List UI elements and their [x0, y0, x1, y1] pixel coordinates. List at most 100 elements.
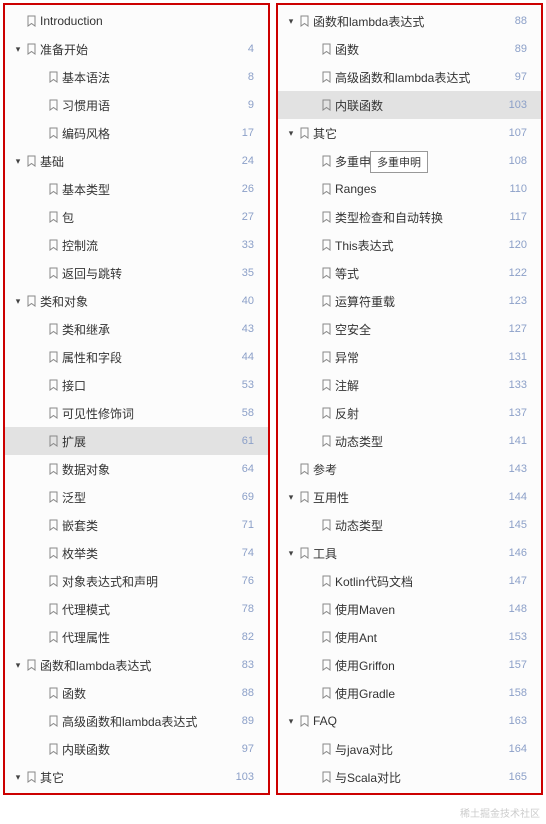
toc-item[interactable]: ▾类型检查和自动转换117 [278, 203, 541, 231]
toc-item[interactable]: ▾反射137 [278, 399, 541, 427]
page-number: 123 [499, 295, 541, 307]
toc-item[interactable]: ▾类和对象40 [5, 287, 268, 315]
page-number: 69 [226, 491, 268, 503]
toc-item-label: 控制流 [62, 237, 98, 254]
page-number: 4 [226, 43, 268, 55]
toc-item[interactable]: ▾可见性修饰词58 [5, 399, 268, 427]
toc-item[interactable]: ▾与java对比164 [278, 735, 541, 763]
toc-item[interactable]: ▾控制流33 [5, 231, 268, 259]
toc-item[interactable]: ▾编码风格17 [5, 119, 268, 147]
page-number: 163 [499, 715, 541, 727]
toc-item[interactable]: ▾动态类型141 [278, 427, 541, 455]
toc-item[interactable]: ▾函数89 [278, 35, 541, 63]
toc-item[interactable]: ▾运算符重载123 [278, 287, 541, 315]
page-number: 64 [226, 463, 268, 475]
toc-item-label: 代理模式 [62, 601, 110, 618]
toc-item[interactable]: ▾动态类型145 [278, 511, 541, 539]
bookmark-icon [322, 267, 331, 279]
toc-item[interactable]: ▾FAQ163 [278, 707, 541, 735]
toc-item[interactable]: ▾其它103 [5, 763, 268, 791]
toc-item[interactable]: ▾基本类型26 [5, 175, 268, 203]
page-number: 58 [226, 407, 268, 419]
toc-item[interactable]: ▾接口53 [5, 371, 268, 399]
bookmark-icon [300, 491, 309, 503]
toc-item[interactable]: ▾注解133 [278, 371, 541, 399]
toc-item-label: 扩展 [62, 433, 86, 450]
toc-item-label: 基本语法 [62, 69, 110, 86]
toc-item[interactable]: ▾内联函数103 [278, 91, 541, 119]
bookmark-icon [322, 295, 331, 307]
toc-item[interactable]: ▾异常131 [278, 343, 541, 371]
caret-down-icon: ▾ [286, 548, 296, 559]
toc-item[interactable]: ▾扩展61 [5, 427, 268, 455]
page-number: 117 [499, 211, 541, 223]
toc-item[interactable]: ▾使用Ant153 [278, 623, 541, 651]
page-number: 158 [499, 687, 541, 699]
bookmark-icon [322, 575, 331, 587]
toc-item-label: 函数 [62, 685, 86, 702]
toc-item[interactable]: ▾高级函数和lambda表达式97 [278, 63, 541, 91]
toc-item-label: 基本类型 [62, 181, 110, 198]
toc-item[interactable]: ▾准备开始4 [5, 35, 268, 63]
toc-item[interactable]: ▾对象表达式和声明76 [5, 567, 268, 595]
toc-item-label: FAQ [313, 714, 337, 728]
toc-item[interactable]: ▾代理模式78 [5, 595, 268, 623]
toc-item[interactable]: ▾嵌套类71 [5, 511, 268, 539]
toc-item[interactable]: ▾与Scala对比165 [278, 763, 541, 791]
toc-item[interactable]: ▾工具146 [278, 539, 541, 567]
toc-item[interactable]: ▾数据对象64 [5, 455, 268, 483]
page-number: 27 [226, 211, 268, 223]
toc-item[interactable]: ▾Kotlin代码文档147 [278, 567, 541, 595]
toc-item-label: 内联函数 [62, 741, 110, 758]
toc-item[interactable]: ▾内联函数97 [5, 735, 268, 763]
bookmark-icon [322, 379, 331, 391]
toc-item-label: 包 [62, 209, 74, 226]
page-number: 88 [226, 687, 268, 699]
toc-item[interactable]: ▾函数和lambda表达式88 [278, 7, 541, 35]
toc-item[interactable]: ▾习惯用语9 [5, 91, 268, 119]
caret-down-icon: ▾ [13, 660, 23, 671]
toc-item[interactable]: ▾互用性144 [278, 483, 541, 511]
bookmark-icon [27, 659, 36, 671]
toc-item[interactable]: ▾This表达式120 [278, 231, 541, 259]
toc-item[interactable]: ▾基本语法8 [5, 63, 268, 91]
bookmark-icon [49, 99, 58, 111]
toc-item-label: 编码风格 [62, 125, 110, 142]
page-number: 89 [226, 715, 268, 727]
toc-item-label: 枚举类 [62, 545, 98, 562]
toc-item-label: 使用Maven [335, 601, 395, 618]
bookmark-icon [27, 295, 36, 307]
toc-item[interactable]: ▾泛型69 [5, 483, 268, 511]
toc-item[interactable]: ▾多重申明108多重申明 [278, 147, 541, 175]
toc-item-label: 反射 [335, 405, 359, 422]
toc-item[interactable]: ▾函数88 [5, 679, 268, 707]
bookmark-icon [49, 323, 58, 335]
toc-item[interactable]: ▾基础24 [5, 147, 268, 175]
toc-item[interactable]: ▾使用Gradle158 [278, 679, 541, 707]
toc-item[interactable]: ▾使用Maven148 [278, 595, 541, 623]
toc-item[interactable]: ▾使用Griffon157 [278, 651, 541, 679]
page-number: 24 [226, 155, 268, 167]
toc-item[interactable]: ▾Introduction [5, 7, 268, 35]
toc-item-label: 对象表达式和声明 [62, 573, 158, 590]
toc-item[interactable]: ▾等式122 [278, 259, 541, 287]
toc-item[interactable]: ▾返回与跳转35 [5, 259, 268, 287]
toc-item[interactable]: ▾类和继承43 [5, 315, 268, 343]
toc-item-label: 类型检查和自动转换 [335, 209, 443, 226]
toc-item[interactable]: ▾参考143 [278, 455, 541, 483]
toc-item-label: 其它 [313, 125, 337, 142]
toc-item[interactable]: ▾高级函数和lambda表达式89 [5, 707, 268, 735]
page-number: 71 [226, 519, 268, 531]
page-number: 137 [499, 407, 541, 419]
toc-item-label: 动态类型 [335, 517, 383, 534]
caret-down-icon: ▾ [13, 156, 23, 167]
toc-item[interactable]: ▾Ranges110 [278, 175, 541, 203]
toc-item[interactable]: ▾包27 [5, 203, 268, 231]
toc-item[interactable]: ▾其它107 [278, 119, 541, 147]
bookmark-icon [322, 659, 331, 671]
toc-item[interactable]: ▾函数和lambda表达式83 [5, 651, 268, 679]
toc-item[interactable]: ▾属性和字段44 [5, 343, 268, 371]
toc-item[interactable]: ▾代理属性82 [5, 623, 268, 651]
toc-item[interactable]: ▾空安全127 [278, 315, 541, 343]
toc-item[interactable]: ▾枚举类74 [5, 539, 268, 567]
